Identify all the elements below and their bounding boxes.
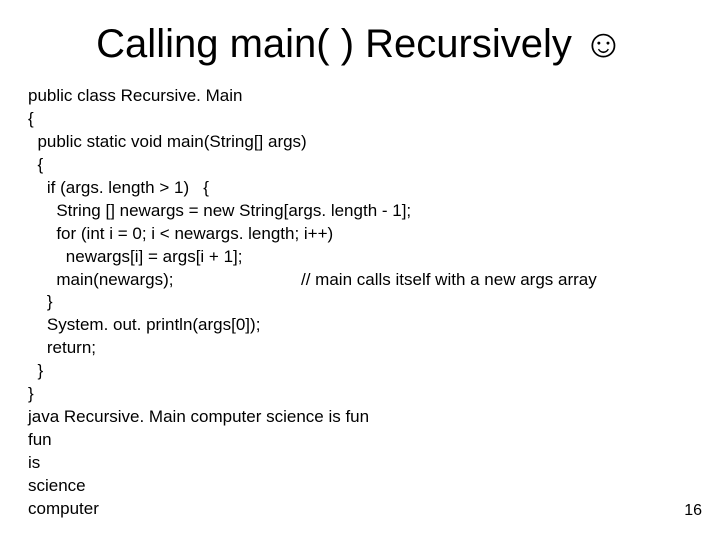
code-line: java Recursive. Main computer science is… [28, 406, 692, 429]
title-text: Calling main( ) Recursively [96, 22, 583, 66]
code-line: newargs[i] = args[i + 1]; [28, 246, 692, 269]
code-line: { [28, 154, 692, 177]
slide-title: Calling main( ) Recursively ☺ [0, 0, 720, 85]
code-line: for (int i = 0; i < newargs. length; i++… [28, 223, 692, 246]
code-line: fun [28, 429, 692, 452]
code-line: System. out. println(args[0]); [28, 314, 692, 337]
code-line: if (args. length > 1) { [28, 177, 692, 200]
code-block: public class Recursive. Main{ public sta… [0, 85, 720, 521]
code-line: } [28, 360, 692, 383]
code-line: is [28, 452, 692, 475]
code-line: String [] newargs = new String[args. len… [28, 200, 692, 223]
code-line: public static void main(String[] args) [28, 131, 692, 154]
code-line: main(newargs); // main calls itself with… [28, 269, 692, 292]
code-line: { [28, 108, 692, 131]
code-line: science [28, 475, 692, 498]
code-line: public class Recursive. Main [28, 85, 692, 108]
code-line: } [28, 383, 692, 406]
slide: Calling main( ) Recursively ☺ public cla… [0, 0, 720, 540]
code-line: return; [28, 337, 692, 360]
smiley-icon: ☺ [583, 22, 624, 66]
page-number: 16 [684, 502, 702, 520]
code-line: computer [28, 498, 692, 521]
code-line: } [28, 291, 692, 314]
